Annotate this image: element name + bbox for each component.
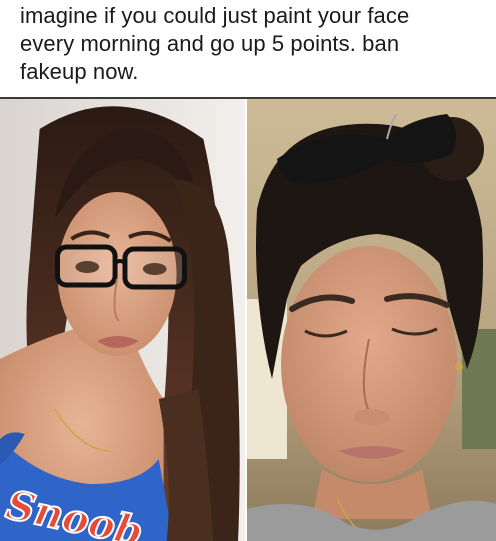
caption-line-1: imagine if you could just paint your fac… — [20, 3, 410, 28]
photo-comparison: Snoob — [0, 97, 496, 541]
caption-line-2: every morning and go up 5 points. ban — [20, 31, 400, 56]
meme-caption: imagine if you could just paint your fac… — [20, 2, 486, 86]
right-photo — [247, 99, 496, 541]
portrait-with-makeup-glasses-photo-icon: Snoob — [0, 99, 245, 541]
portrait-without-makeup-sunglasses-photo-icon — [247, 99, 496, 541]
left-photo: Snoob — [0, 99, 247, 541]
caption-line-3: fakeup now. — [20, 59, 139, 84]
